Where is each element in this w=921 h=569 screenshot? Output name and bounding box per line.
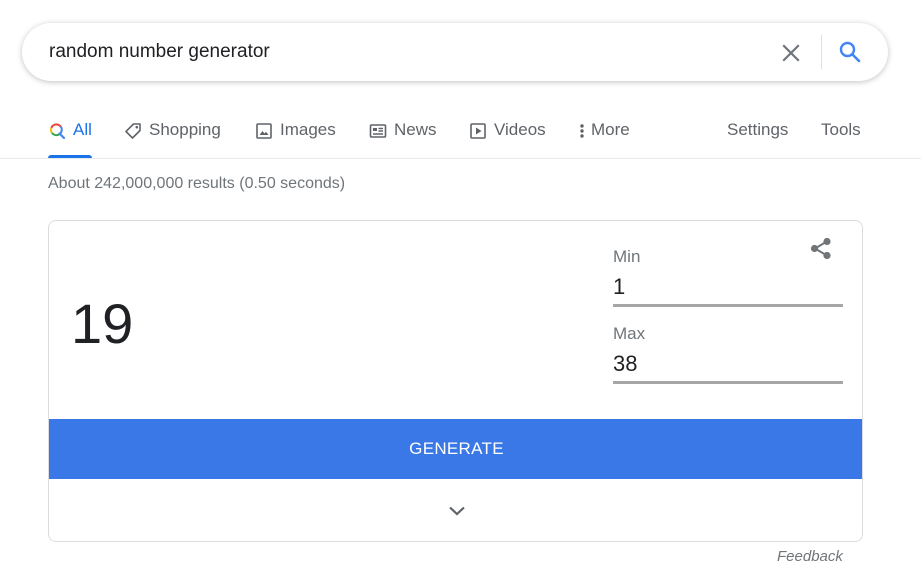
tab-label: Tools <box>821 120 861 139</box>
tab-images[interactable]: Images <box>255 118 336 158</box>
tab-videos[interactable]: Videos <box>469 118 546 158</box>
search-input[interactable] <box>49 40 749 64</box>
tab-label: All <box>73 120 92 139</box>
tab-label: More <box>591 120 630 139</box>
tab-label: Settings <box>727 120 789 139</box>
feedback-link[interactable]: Feedback <box>777 548 843 565</box>
more-vert-icon <box>576 122 588 140</box>
generate-button[interactable]: GENERATE <box>49 419 862 479</box>
search-button[interactable] <box>836 38 864 66</box>
tab-shopping[interactable]: Shopping <box>124 118 221 158</box>
tab-news[interactable]: News <box>369 118 437 158</box>
chevron-down-icon <box>448 506 465 516</box>
min-label: Min <box>613 247 641 266</box>
tab-all[interactable]: All <box>48 118 92 158</box>
max-input[interactable] <box>613 350 843 384</box>
tab-tools[interactable]: Tools <box>821 118 861 158</box>
search-tabs: All Shopping Images News Videos More Set… <box>0 118 921 159</box>
result-stats: About 242,000,000 results (0.50 seconds) <box>48 175 346 192</box>
image-icon <box>255 122 273 140</box>
tab-label: Videos <box>494 120 546 139</box>
tag-icon <box>124 122 142 140</box>
search-icon <box>48 122 66 140</box>
generated-number: 19 <box>71 292 134 355</box>
search-icon <box>839 41 861 63</box>
random-number-generator-card: 19 Min Max GENERATE <box>48 220 863 542</box>
search-box-divider <box>821 35 822 69</box>
video-icon <box>469 122 487 140</box>
tab-more[interactable]: More <box>576 118 630 158</box>
share-button[interactable] <box>807 235 835 263</box>
tab-settings[interactable]: Settings <box>727 118 788 158</box>
max-label: Max <box>613 324 646 343</box>
search-results-page: All Shopping Images <box>0 0 921 569</box>
expand-button[interactable] <box>49 479 862 541</box>
close-icon <box>782 44 800 62</box>
tab-label: Images <box>280 120 336 139</box>
min-input[interactable] <box>613 273 843 307</box>
clear-search-button[interactable] <box>778 40 804 66</box>
share-icon <box>810 237 831 260</box>
search-box <box>22 23 888 81</box>
news-icon <box>369 122 387 140</box>
tab-label: News <box>394 120 437 139</box>
tab-label: Shopping <box>149 120 221 139</box>
